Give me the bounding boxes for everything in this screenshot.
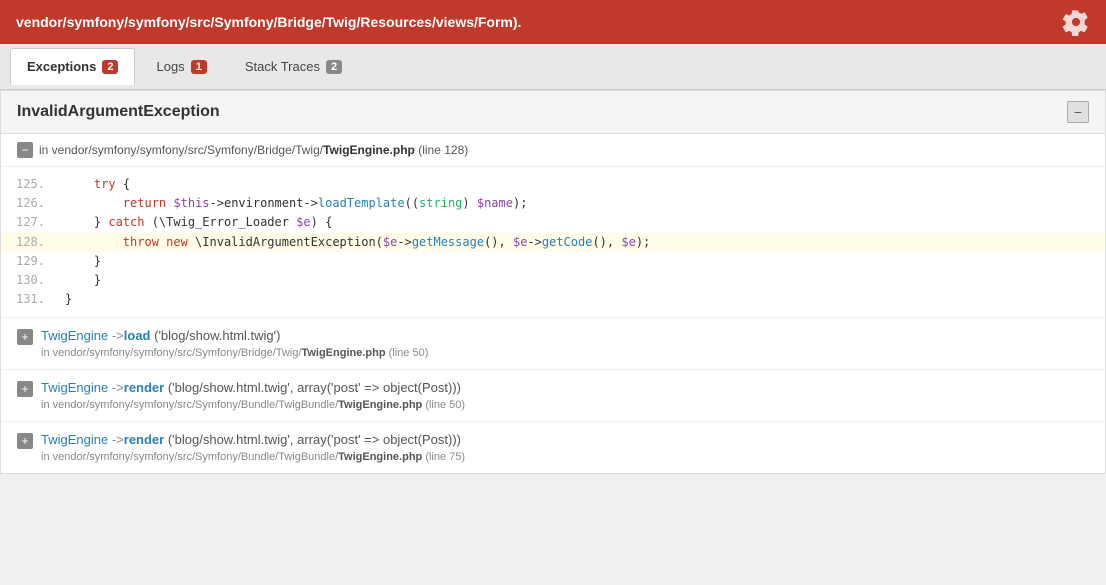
stack-item-0: + TwigEngine ->load ('blog/show.html.twi… (1, 317, 1105, 369)
stack-args-0: ('blog/show.html.twig') (151, 328, 281, 343)
line-content-128: throw new \InvalidArgumentException($e->… (61, 233, 650, 252)
main-content: InvalidArgumentException − − in vendor/s… (0, 90, 1106, 474)
stack-method-0: load (124, 328, 151, 343)
stack-file-bold-0: TwigEngine.php (301, 347, 385, 359)
stack-item-1: + TwigEngine ->render ('blog/show.html.t… (1, 369, 1105, 421)
tab-exceptions-label: Exceptions (27, 59, 96, 74)
tab-stack-traces-badge: 2 (326, 60, 342, 74)
stack-file-1: in vendor/symfony/symfony/src/Symfony/Bu… (41, 399, 1089, 411)
gear-icon[interactable] (1062, 8, 1090, 36)
stack-args-1: ('blog/show.html.twig', array('post' => … (164, 380, 461, 395)
line-number-129: 129. (1, 252, 61, 271)
tab-exceptions-badge: 2 (102, 60, 118, 74)
stack-item-1-header: + TwigEngine ->render ('blog/show.html.t… (17, 380, 1089, 397)
stack-method-1: render (124, 380, 164, 395)
stack-file-bold-1: TwigEngine.php (338, 399, 422, 411)
expand-stack-1-button[interactable]: + (17, 381, 33, 397)
stack-file-2: in vendor/symfony/symfony/src/Symfony/Bu… (41, 451, 1089, 463)
code-line-131: 131. } (1, 290, 1105, 309)
line-content-125: try { (61, 175, 130, 194)
expand-stack-2-button[interactable]: + (17, 433, 33, 449)
stack-method-2: render (124, 432, 164, 447)
tab-logs-badge: 1 (191, 60, 207, 74)
code-line-130: 130. } (1, 271, 1105, 290)
code-block: 125. try { 126. return $this->environmen… (1, 167, 1105, 317)
tab-logs-label: Logs (156, 59, 184, 74)
code-line-129: 129. } (1, 252, 1105, 271)
tab-logs[interactable]: Logs 1 (139, 48, 223, 85)
top-bar: vendor/symfony/symfony/src/Symfony/Bridg… (0, 0, 1106, 44)
line-content-129: } (61, 252, 101, 271)
top-bar-title: vendor/symfony/symfony/src/Symfony/Bridg… (16, 14, 521, 30)
stack-arrow-1: -> (108, 380, 124, 395)
file-name-bold: TwigEngine.php (323, 143, 415, 157)
collapse-button[interactable]: − (1067, 101, 1089, 123)
code-line-125: 125. try { (1, 175, 1105, 194)
stack-item-2-info: TwigEngine ->render ('blog/show.html.twi… (41, 432, 461, 447)
stack-arrow-2: -> (108, 432, 124, 447)
expand-stack-0-button[interactable]: + (17, 329, 33, 345)
line-number-125: 125. (1, 175, 61, 194)
code-line-127: 127. } catch (\Twig_Error_Loader $e) { (1, 213, 1105, 232)
stack-file-0: in vendor/symfony/symfony/src/Symfony/Br… (41, 347, 1089, 359)
line-number-130: 130. (1, 271, 61, 290)
stack-item-0-header: + TwigEngine ->load ('blog/show.html.twi… (17, 328, 1089, 345)
line-content-127: } catch (\Twig_Error_Loader $e) { (61, 213, 332, 232)
stack-class-0: TwigEngine (41, 328, 108, 343)
line-content-126: return $this->environment->loadTemplate(… (61, 194, 527, 213)
stack-file-bold-2: TwigEngine.php (338, 451, 422, 463)
tabs-bar: Exceptions 2 Logs 1 Stack Traces 2 (0, 44, 1106, 90)
stack-item-1-info: TwigEngine ->render ('blog/show.html.twi… (41, 380, 461, 395)
stack-arrow-0: -> (108, 328, 124, 343)
tab-exceptions[interactable]: Exceptions 2 (10, 48, 135, 85)
line-content-131: } (61, 290, 72, 309)
stack-item-2: + TwigEngine ->render ('blog/show.html.t… (1, 421, 1105, 473)
exception-title: InvalidArgumentException (17, 103, 220, 121)
stack-args-2: ('blog/show.html.twig', array('post' => … (164, 432, 461, 447)
line-content-130: } (61, 271, 101, 290)
line-number-126: 126. (1, 194, 61, 213)
stack-item-2-header: + TwigEngine ->render ('blog/show.html.t… (17, 432, 1089, 449)
line-number-128: 128. (1, 233, 61, 252)
tab-stack-traces[interactable]: Stack Traces 2 (228, 48, 359, 85)
tab-stack-traces-label: Stack Traces (245, 59, 320, 74)
line-number-127: 127. (1, 213, 61, 232)
code-line-128: 128. throw new \InvalidArgumentException… (1, 233, 1105, 252)
code-line-126: 126. return $this->environment->loadTemp… (1, 194, 1105, 213)
stack-class-2: TwigEngine (41, 432, 108, 447)
exception-header: InvalidArgumentException − (1, 91, 1105, 134)
file-location-row: − in vendor/symfony/symfony/src/Symfony/… (1, 134, 1105, 167)
line-number-131: 131. (1, 290, 61, 309)
file-location-text: in vendor/symfony/symfony/src/Symfony/Br… (39, 143, 468, 157)
collapse-file-button[interactable]: − (17, 142, 33, 158)
stack-item-0-info: TwigEngine ->load ('blog/show.html.twig'… (41, 328, 280, 343)
stack-class-1: TwigEngine (41, 380, 108, 395)
